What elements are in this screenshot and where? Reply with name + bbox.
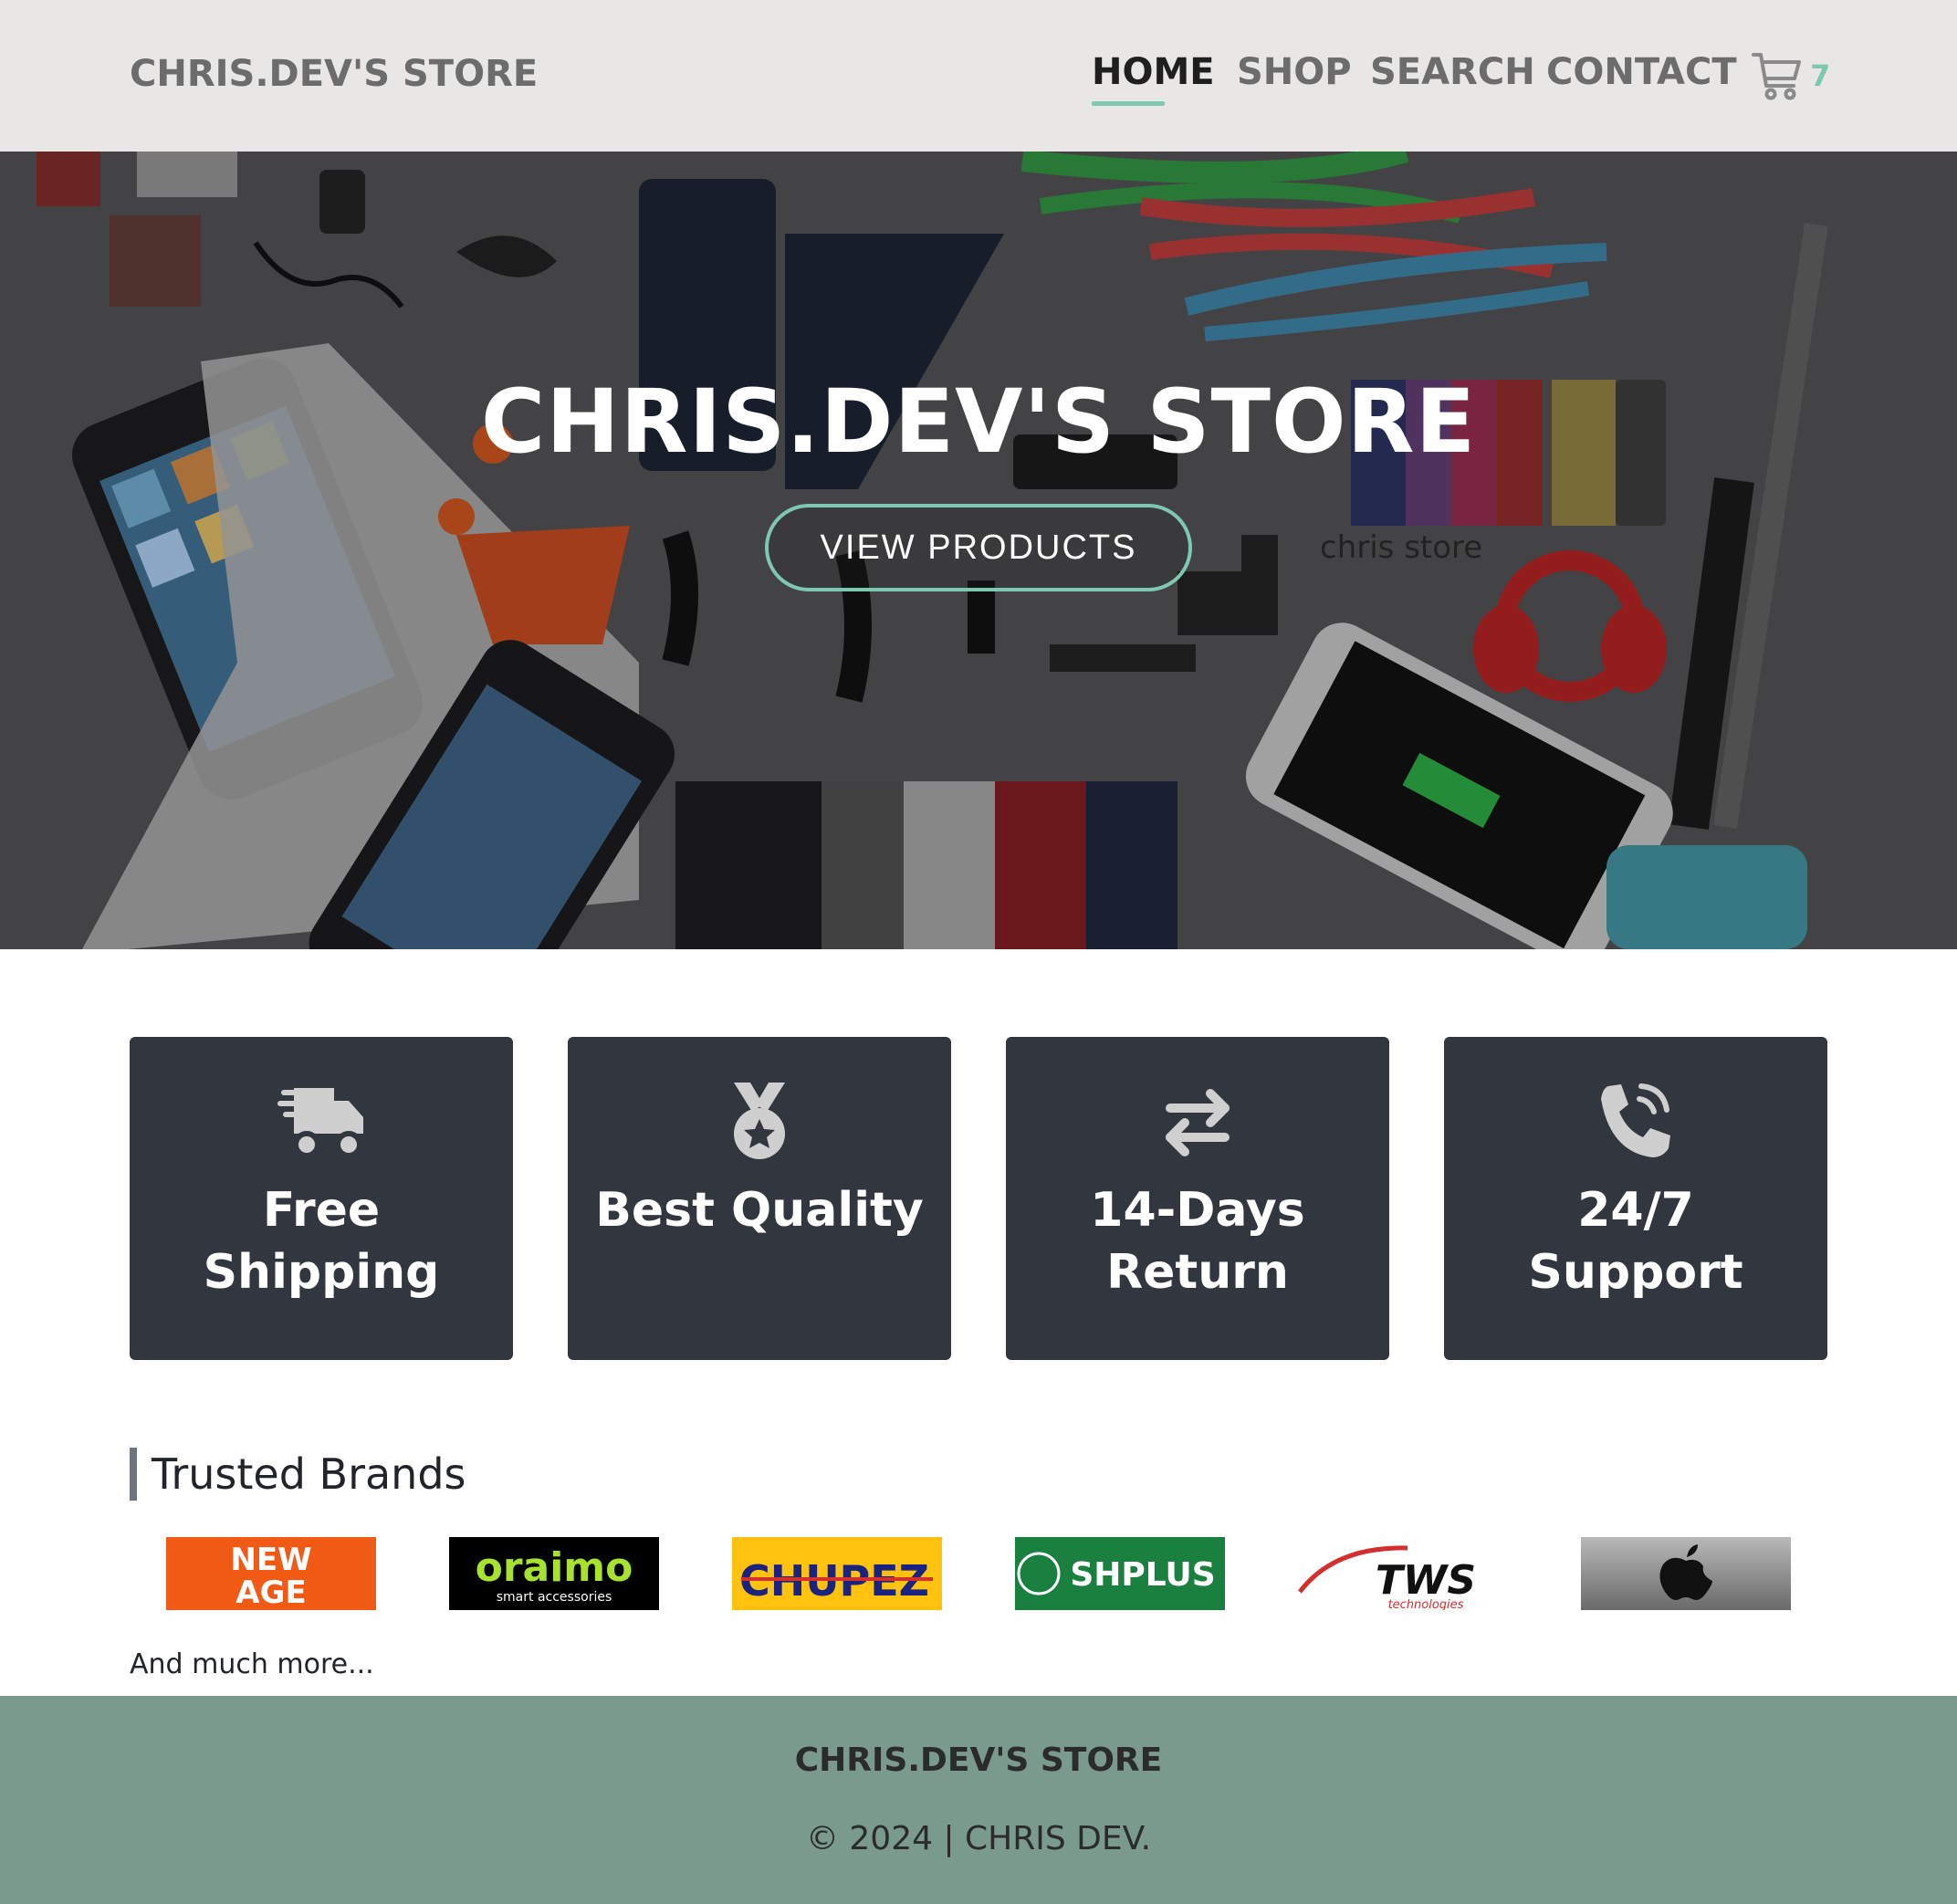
truck-fast-icon (276, 1081, 367, 1163)
brand-logo-text: oraimo (476, 1544, 633, 1591)
footer-title: CHRIS.DEV'S STORE (794, 1742, 1163, 1779)
brand-logo-chupez[interactable]: CHUPEZ (732, 1537, 942, 1610)
brand-logo-apple[interactable] (1581, 1537, 1791, 1610)
feature-label: 24/7 Support (1528, 1183, 1743, 1300)
section-title-accent (130, 1448, 137, 1501)
navbar-brand[interactable]: CHRIS.DEV'S STORE (130, 53, 538, 95)
feature-label: 14-Days Return (1090, 1183, 1305, 1300)
medal-icon (714, 1081, 805, 1163)
brand-logo-shplus[interactable]: SHPLUS (1015, 1537, 1225, 1610)
brand-logo-subtext: technologies (1388, 1598, 1464, 1610)
shopping-cart-icon[interactable] (1751, 49, 1804, 102)
brand-logo-subtext: smart accessories (497, 1590, 612, 1605)
feature-card-support: 24/7 Support (1444, 1037, 1827, 1360)
brand-logo-new-age[interactable]: NEW AGE (166, 1537, 376, 1610)
phone-volume-icon (1590, 1081, 1681, 1163)
feature-card-quality: Best Quality (568, 1037, 951, 1360)
arrows-exchange-icon (1152, 1081, 1243, 1163)
footer: CHRIS.DEV'S STORE © 2024 | CHRIS DEV. (0, 1696, 1957, 1904)
nav-search[interactable]: SEARCH (1370, 51, 1535, 106)
brand-logo-text: NEW (230, 1542, 311, 1578)
brand-logo-text: TWS (1376, 1557, 1476, 1604)
nav-contact[interactable]: CONTACT (1546, 51, 1737, 106)
navbar: CHRIS.DEV'S STORE HOME SHOP SEARCH CONTA… (0, 0, 1957, 152)
more-brands-text: And much more... (130, 1648, 374, 1680)
view-products-button[interactable]: VIEW PRODUCTS (765, 504, 1192, 591)
brand-logo-text: AGE (235, 1574, 306, 1610)
hero-watermark-text: chris store (1320, 529, 1483, 566)
trusted-brands-title: Trusted Brands (152, 1449, 466, 1499)
brand-logo-oraimo[interactable]: oraimo smart accessories (449, 1537, 659, 1610)
brand-logo-tws[interactable]: TWS technologies (1298, 1537, 1508, 1610)
feature-card-shipping: Free Shipping (130, 1037, 513, 1360)
nav-shop[interactable]: SHOP (1237, 51, 1352, 106)
feature-card-return: 14-Days Return (1006, 1037, 1389, 1360)
nav-active-indicator (1092, 101, 1165, 106)
hero-banner: chris store CHRIS.DEV'S STORE VIEW PRODU… (0, 152, 1957, 949)
footer-copyright: © 2024 | CHRIS DEV. (805, 1820, 1152, 1857)
feature-label: Best Quality (595, 1183, 924, 1238)
feature-label: Free Shipping (203, 1183, 440, 1300)
cart-count-badge[interactable]: 7 (1810, 58, 1830, 93)
nav-home[interactable]: HOME (1092, 51, 1215, 106)
hero-title: CHRIS.DEV'S STORE (480, 371, 1477, 473)
brand-logo-text: SHPLUS (1070, 1556, 1215, 1594)
